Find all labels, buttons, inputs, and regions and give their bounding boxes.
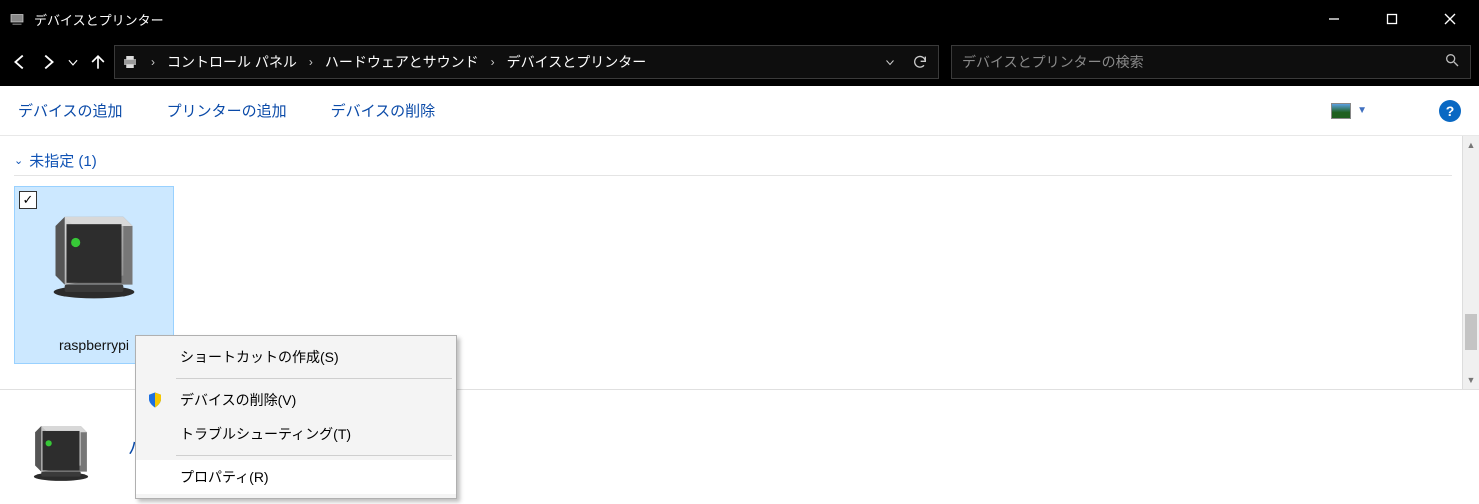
menu-troubleshoot[interactable]: トラブルシューティング(T) xyxy=(136,417,456,451)
title-bar: デバイスとプリンター xyxy=(0,0,1479,38)
search-icon[interactable] xyxy=(1444,52,1460,73)
command-bar: デバイスの追加 プリンターの追加 デバイスの削除 ▼ ? xyxy=(0,86,1479,136)
address-bar[interactable]: › コントロール パネル › ハードウェアとサウンド › デバイスとプリンター xyxy=(114,45,939,79)
device-icon xyxy=(39,193,149,303)
refresh-button[interactable] xyxy=(908,50,932,74)
group-header-unspecified[interactable]: ⌄ 未指定 (1) xyxy=(14,150,1452,176)
caret-down-icon: ▼ xyxy=(1357,105,1367,116)
context-menu: ショートカットの作成(S) デバイスの削除(V) トラブルシューティング(T) … xyxy=(135,335,457,499)
nav-row: › コントロール パネル › ハードウェアとサウンド › デバイスとプリンター xyxy=(0,38,1479,86)
minimize-button[interactable] xyxy=(1305,0,1363,38)
scroll-up-button[interactable]: ▲ xyxy=(1463,136,1479,154)
remove-device-button[interactable]: デバイスの削除 xyxy=(331,100,436,121)
window-title: デバイスとプリンター xyxy=(34,10,164,29)
maximize-button[interactable] xyxy=(1363,0,1421,38)
details-device-icon xyxy=(16,410,106,484)
search-input[interactable] xyxy=(962,54,1444,70)
chevron-right-icon[interactable]: › xyxy=(485,55,501,69)
back-button[interactable] xyxy=(8,42,32,82)
scroll-down-button[interactable]: ▼ xyxy=(1463,371,1479,389)
shield-icon xyxy=(146,391,164,409)
menu-separator xyxy=(176,455,452,456)
chevron-right-icon[interactable]: › xyxy=(303,55,319,69)
selected-check-icon[interactable]: ✓ xyxy=(19,191,37,209)
menu-properties[interactable]: プロパティ(R) xyxy=(136,460,456,494)
help-button[interactable]: ? xyxy=(1439,100,1461,122)
chevron-right-icon[interactable]: › xyxy=(145,55,161,69)
device-name: raspberrypi xyxy=(59,337,129,353)
group-label: 未指定 (1) xyxy=(29,150,97,171)
thumbnail-view-icon xyxy=(1331,103,1351,119)
printer-icon xyxy=(121,53,139,71)
scroll-track[interactable] xyxy=(1463,154,1479,371)
address-dropdown[interactable] xyxy=(878,50,902,74)
scroll-thumb[interactable] xyxy=(1465,314,1477,350)
crumb-control-panel[interactable]: コントロール パネル xyxy=(167,52,297,72)
crumb-devices[interactable]: デバイスとプリンター xyxy=(507,52,647,72)
menu-separator xyxy=(176,378,452,379)
menu-create-shortcut[interactable]: ショートカットの作成(S) xyxy=(136,340,456,374)
app-icon xyxy=(8,10,26,28)
crumb-hardware[interactable]: ハードウェアとサウンド xyxy=(325,52,479,72)
vertical-scrollbar[interactable]: ▲ ▼ xyxy=(1462,136,1479,389)
menu-remove-device[interactable]: デバイスの削除(V) xyxy=(136,383,456,417)
add-printer-button[interactable]: プリンターの追加 xyxy=(167,100,287,121)
close-button[interactable] xyxy=(1421,0,1479,38)
view-selector[interactable]: ▼ xyxy=(1331,103,1367,119)
add-device-button[interactable]: デバイスの追加 xyxy=(18,100,123,121)
forward-button[interactable] xyxy=(36,42,60,82)
search-box[interactable] xyxy=(951,45,1471,79)
up-button[interactable] xyxy=(86,42,110,82)
chevron-down-icon: ⌄ xyxy=(14,154,23,167)
recent-dropdown[interactable] xyxy=(64,42,82,82)
